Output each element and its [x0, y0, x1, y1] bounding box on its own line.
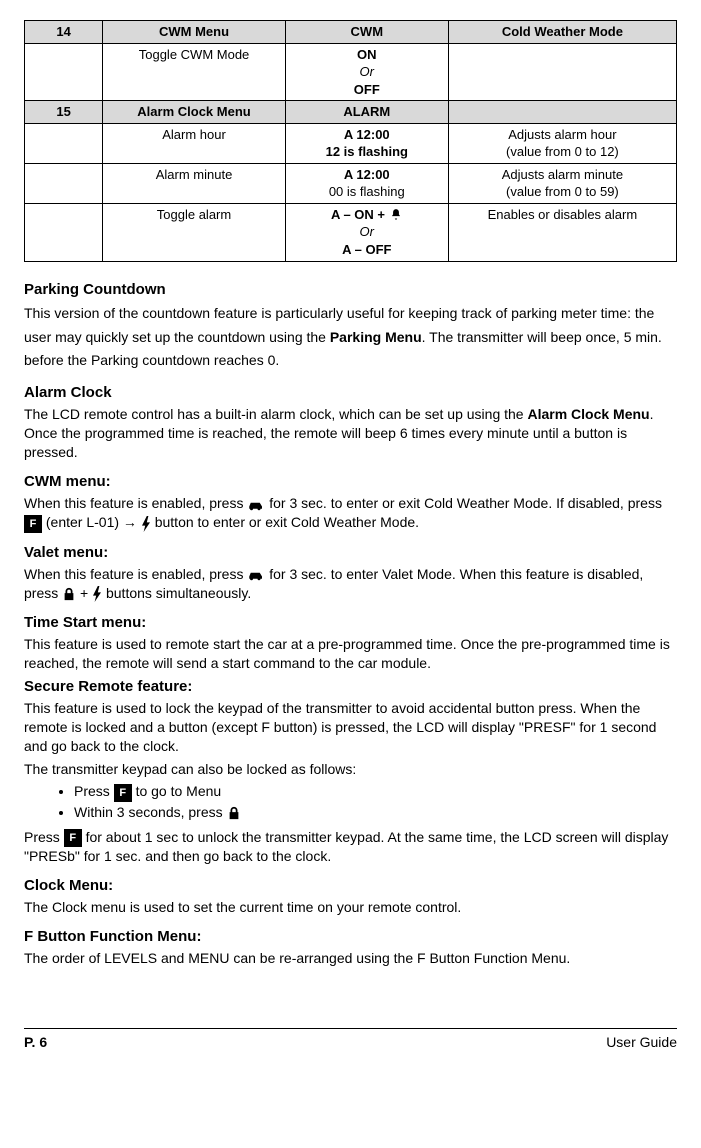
paragraph: The order of LEVELS and MENU can be re-a… — [24, 949, 677, 968]
bell-icon — [389, 208, 403, 222]
heading-alarm: Alarm Clock — [24, 383, 677, 403]
cell — [448, 101, 676, 124]
list-item: Within 3 seconds, press — [74, 803, 677, 822]
cell: Alarm Clock Menu — [103, 101, 286, 124]
cell: Toggle CWM Mode — [103, 43, 286, 101]
cell: CWM Menu — [103, 21, 286, 44]
paragraph: When this feature is enabled, press for … — [24, 494, 677, 532]
paragraph: The LCD remote control has a built-in al… — [24, 405, 677, 462]
cell: 14 — [25, 21, 103, 44]
car-icon — [247, 569, 265, 581]
table-row: Toggle alarm A – ON + Or A – OFF Enables… — [25, 203, 677, 261]
heading-cwm: CWM menu: — [24, 472, 677, 492]
f-button-icon: F — [114, 784, 132, 802]
menu-table: 14 CWM Menu CWM Cold Weather Mode Toggle… — [24, 20, 677, 262]
paragraph: This feature is used to remote start the… — [24, 635, 677, 673]
list-item: Press F to go to Menu — [74, 782, 677, 801]
paragraph: This version of the countdown feature is… — [24, 302, 677, 373]
bullet-list: Press F to go to Menu Within 3 seconds, … — [24, 782, 677, 821]
table-row: Toggle CWM Mode ON Or OFF — [25, 43, 677, 101]
cell: Enables or disables alarm — [448, 203, 676, 261]
cell: Cold Weather Mode — [448, 21, 676, 44]
lock-icon — [227, 806, 241, 820]
table-row: Alarm minute A 12:00 00 is flashing Adju… — [25, 163, 677, 203]
cell: Toggle alarm — [103, 203, 286, 261]
cell: 15 — [25, 101, 103, 124]
heading-fbutton: F Button Function Menu: — [24, 927, 677, 947]
cell: A – ON + Or A – OFF — [285, 203, 448, 261]
heading-valet: Valet menu: — [24, 543, 677, 563]
cell: Alarm hour — [103, 123, 286, 163]
table-row: 14 CWM Menu CWM Cold Weather Mode — [25, 21, 677, 44]
cell — [25, 163, 103, 203]
car-icon — [247, 499, 265, 511]
heading-parking: Parking Countdown — [24, 280, 677, 300]
table-row: Alarm hour A 12:00 12 is flashing Adjust… — [25, 123, 677, 163]
cell — [448, 43, 676, 101]
paragraph: This feature is used to lock the keypad … — [24, 699, 677, 756]
page-number: P. 6 — [24, 1033, 47, 1052]
cell: ALARM — [285, 101, 448, 124]
cell: Adjusts alarm minute (value from 0 to 59… — [448, 163, 676, 203]
table-row: 15 Alarm Clock Menu ALARM — [25, 101, 677, 124]
paragraph: Press F for about 1 sec to unlock the tr… — [24, 828, 677, 866]
footer-divider — [24, 1028, 677, 1029]
cell — [25, 203, 103, 261]
heading-secure: Secure Remote feature: — [24, 677, 677, 697]
heading-timestart: Time Start menu: — [24, 613, 677, 633]
cell: Adjusts alarm hour (value from 0 to 12) — [448, 123, 676, 163]
cell: A 12:00 12 is flashing — [285, 123, 448, 163]
cell — [25, 43, 103, 101]
f-button-icon: F — [24, 515, 42, 533]
page-footer: P. 6 User Guide — [24, 1033, 677, 1052]
cell — [25, 123, 103, 163]
footer-label: User Guide — [606, 1033, 677, 1052]
cell: CWM — [285, 21, 448, 44]
heading-clockmenu: Clock Menu: — [24, 876, 677, 896]
cell: Alarm minute — [103, 163, 286, 203]
cell: ON Or OFF — [285, 43, 448, 101]
cell: A 12:00 00 is flashing — [285, 163, 448, 203]
f-button-icon: F — [64, 829, 82, 847]
lock-icon — [62, 587, 76, 601]
paragraph: The Clock menu is used to set the curren… — [24, 898, 677, 917]
bolt-icon — [92, 586, 102, 602]
paragraph: The transmitter keypad can also be locke… — [24, 760, 677, 779]
paragraph: When this feature is enabled, press for … — [24, 565, 677, 603]
bolt-icon — [141, 516, 151, 532]
